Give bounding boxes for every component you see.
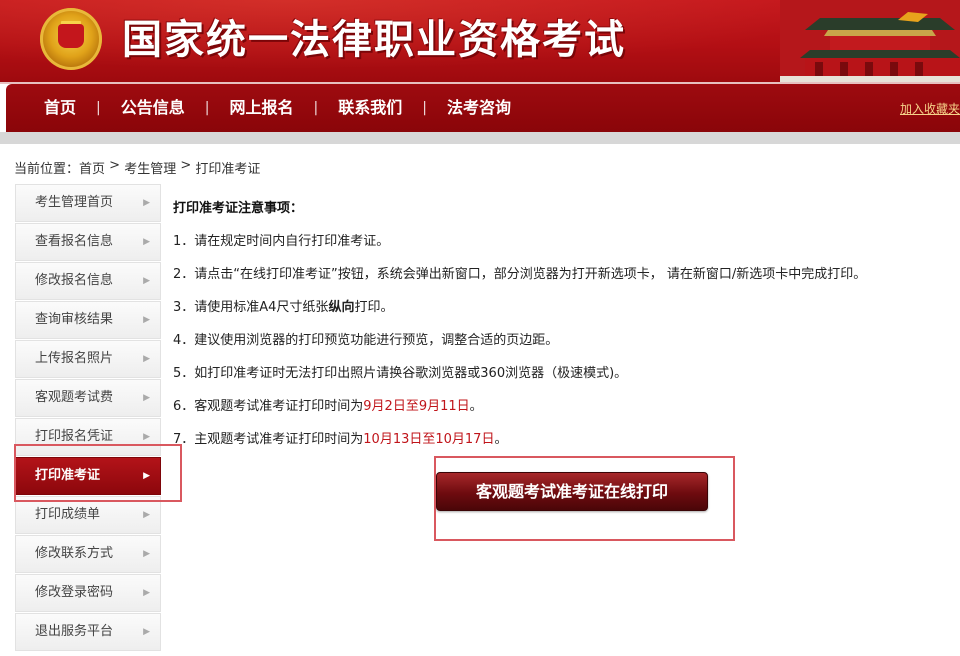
sidebar-item-label: 修改登录密码 [35,585,114,600]
notice-line-1: 1．请在规定时间内自行打印准考证。 [173,234,390,249]
notice-line-3-emphasis: 纵向 [328,300,355,315]
add-bookmark-link[interactable]: 加入收藏夹 [900,100,960,117]
sidebar-item-label: 退出服务平台 [35,624,114,639]
site-title: 国家统一法律职业资格考试 [122,17,626,63]
sidebar-item-label: 上传报名照片 [35,351,114,366]
main-nav: 首页 | 公告信息 | 网上报名 | 联系我们 | 法考咨询 加入收藏夹 [0,82,960,132]
sidebar-item-candidate-home[interactable]: 考生管理首页 ▶ [15,184,161,222]
nav-separator: | [204,100,210,116]
notice-line-7: 7．主观题考试准考证打印时间为10月13日至10月17日。 [173,417,953,450]
chevron-right-icon: ▶ [143,588,150,598]
notice-line-7-end: 。 [494,432,508,447]
sidebar-menu: 考生管理首页 ▶ 查看报名信息 ▶ 修改报名信息 ▶ 查询审核结果 ▶ 上传报名照片 ▶ … [15,184,161,652]
breadcrumb-candidate-management[interactable]: 考生管理 [124,158,176,177]
online-print-admission-ticket-button[interactable]: 客观题考试准考证在线打印 [436,472,708,511]
sidebar-item-print-score-report[interactable]: 打印成绩单 ▶ [15,496,161,534]
breadcrumb: 当前位置： 首页 > 考生管理 > 打印准考证 [14,158,260,177]
objective-print-dates: 9月2日至9月11日 [363,399,470,414]
notice-line-3: 3．请使用标准A4尺寸纸张纵向打印。 [173,285,953,318]
site-header: 国家统一法律职业资格考试 [0,0,960,82]
chevron-right-icon: ▶ [143,354,150,364]
tiananmen-icon [780,0,960,82]
sidebar-item-label: 客观题考试费 [35,390,114,405]
sidebar-item-label: 打印报名凭证 [35,429,114,444]
notice-line-3-text: 3．请使用标准A4尺寸纸张 [173,300,329,315]
notice-line-7-text: 7．主观题考试准考证打印时间为 [173,432,364,447]
notice-line-6-end: 。 [469,399,483,414]
chevron-right-icon: ▶ [143,393,150,403]
sidebar-item-edit-contact[interactable]: 修改联系方式 ▶ [15,535,161,573]
sidebar-item-view-registration[interactable]: 查看报名信息 ▶ [15,223,161,261]
chevron-right-icon: ▶ [143,237,150,247]
chevron-right-icon: ▶ [143,471,150,481]
sidebar-item-edit-registration[interactable]: 修改报名信息 ▶ [15,262,161,300]
chevron-right-icon: ▶ [143,510,150,520]
nav-item-announcements[interactable]: 公告信息 [101,84,205,132]
nav-separator: | [313,100,319,116]
notice-title: 打印准考证注意事项： [173,201,304,216]
chevron-right-icon: ▶ [143,198,150,208]
sidebar-item-print-registration-voucher[interactable]: 打印报名凭证 ▶ [15,418,161,456]
chevron-right-icon: ▶ [143,432,150,442]
sidebar-item-print-admission-ticket[interactable]: 打印准考证 ▶ [15,457,161,495]
nav-item-exam-consulting[interactable]: 法考咨询 [427,84,531,132]
sidebar-item-label: 考生管理首页 [35,195,114,210]
nav-separator: | [96,100,101,116]
sidebar-item-label: 查看报名信息 [35,234,114,249]
nav-separator: | [422,100,427,116]
notice-line-3-end: 打印。 [354,300,394,315]
notice-line-2: 2．请点击“在线打印准考证”按钮，系统会弹出新窗口，部分浏览器为打开新选项卡， … [173,267,867,282]
chevron-right-icon: ▶ [143,549,150,559]
chevron-right-icon: ▶ [143,276,150,286]
sidebar-item-logout[interactable]: 退出服务平台 ▶ [15,613,161,651]
nav-bar-background: 首页 | 公告信息 | 网上报名 | 联系我们 | 法考咨询 加入收藏夹 [6,84,960,132]
sidebar-item-change-password[interactable]: 修改登录密码 ▶ [15,574,161,612]
breadcrumb-current: 打印准考证 [195,162,261,177]
sidebar-item-label: 修改报名信息 [35,273,114,288]
nav-item-home[interactable]: 首页 [24,84,96,132]
sidebar-item-review-results[interactable]: 查询审核结果 ▶ [15,301,161,339]
sidebar-item-label: 打印准考证 [35,468,101,483]
nav-item-online-registration[interactable]: 网上报名 [209,84,313,132]
sidebar-item-label: 打印成绩单 [35,507,101,522]
national-emblem-icon [40,8,102,70]
breadcrumb-prefix: 当前位置： [14,162,80,177]
breadcrumb-separator: > [105,158,125,173]
nav-item-contact-us[interactable]: 联系我们 [318,84,422,132]
chevron-right-icon: ▶ [143,315,150,325]
subjective-print-dates: 10月13日至10月17日 [363,432,495,447]
chevron-right-icon: ▶ [143,627,150,637]
notice-line-6-text: 6．客观题考试准考证打印时间为 [173,399,364,414]
nav-items: 首页 | 公告信息 | 网上报名 | 联系我们 | 法考咨询 [24,84,531,132]
breadcrumb-separator: > [176,158,196,173]
divider-strip [0,132,960,144]
sidebar-item-label: 查询审核结果 [35,312,114,327]
notice-line-5: 5．如打印准考证时无法打印出照片请换谷歌浏览器或360浏览器（极速模式)。 [173,366,628,381]
notice-content: 打印准考证注意事项： 1．请在规定时间内自行打印准考证。 2．请点击“在线打印准… [173,199,953,450]
notice-line-6: 6．客观题考试准考证打印时间为9月2日至9月11日。 [173,384,953,417]
breadcrumb-home[interactable]: 首页 [79,158,105,177]
sidebar-item-objective-exam-fee[interactable]: 客观题考试费 ▶ [15,379,161,417]
sidebar-item-upload-photo[interactable]: 上传报名照片 ▶ [15,340,161,378]
sidebar-item-label: 修改联系方式 [35,546,114,561]
notice-line-4: 4．建议使用浏览器的打印预览功能进行预览，调整合适的页边距。 [173,333,559,348]
